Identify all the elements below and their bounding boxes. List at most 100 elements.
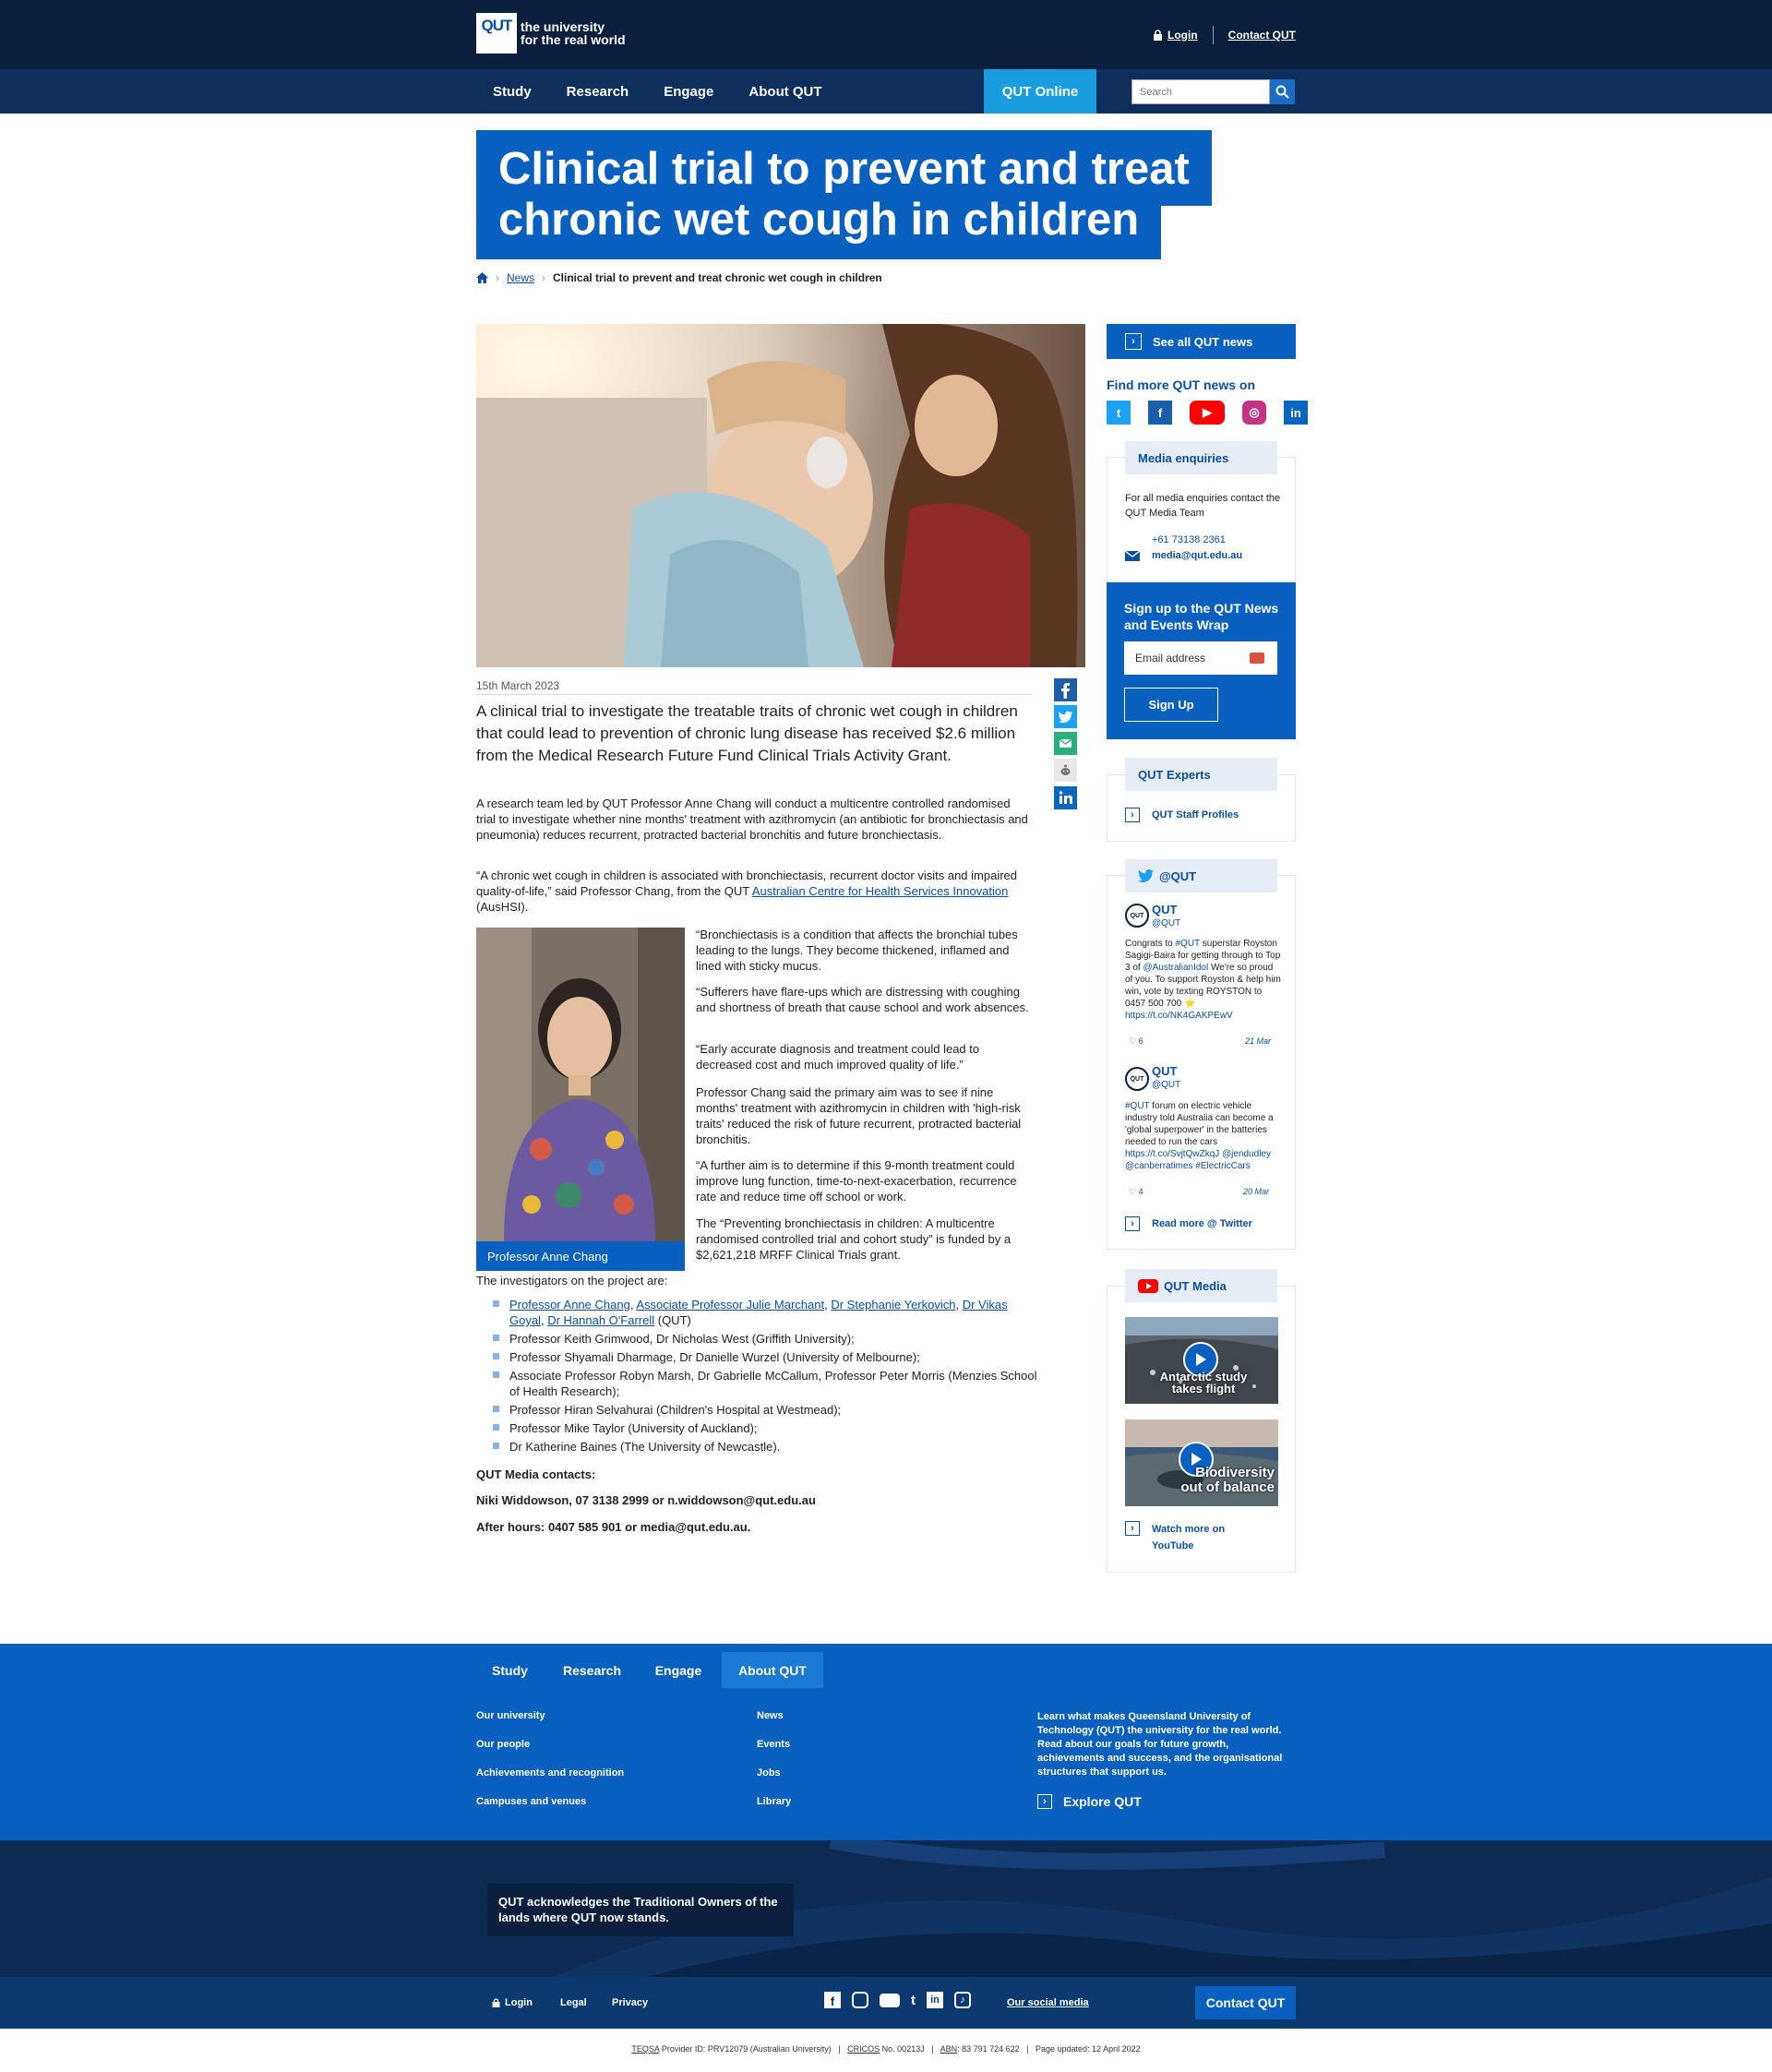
youtube-icon	[1138, 1278, 1158, 1293]
investigator-link[interactable]: Dr Hannah O'Farrell	[547, 1313, 654, 1327]
teqsa-link[interactable]: TEQSA	[631, 2044, 659, 2054]
explore-qut-link[interactable]: › Explore QUT	[1037, 1794, 1142, 1809]
aushsi-link[interactable]: Australian Centre for Health Services In…	[752, 884, 1008, 898]
instagram-icon[interactable]	[852, 1992, 868, 2008]
tweet-likes[interactable]: ♡ 6	[1129, 1036, 1143, 1047]
tweet-handle: @QUT	[1152, 1080, 1181, 1090]
linkedin-icon[interactable]: in	[927, 1992, 943, 2008]
nav-engage[interactable]: Engage	[664, 84, 713, 100]
chevron-right-icon: ›	[1125, 1521, 1140, 1536]
footer-tab-about[interactable]: About QUT	[722, 1652, 823, 1688]
share-linkedin-icon[interactable]	[1054, 786, 1077, 809]
linkedin-icon[interactable]: in	[1284, 401, 1308, 425]
search-button[interactable]	[1270, 79, 1295, 104]
nav-study[interactable]: Study	[493, 84, 532, 100]
contact-link[interactable]: Contact QUT	[1228, 29, 1296, 42]
chevron-right-icon: ›	[1037, 1794, 1052, 1809]
quote-paragraph: “A further aim is to determine if this 9…	[696, 1158, 1017, 1204]
twitter-icon[interactable]: t	[911, 1993, 916, 2008]
tweet-date[interactable]: 20 Mar	[1243, 1187, 1269, 1196]
article-date: 15th March 2023	[476, 679, 560, 692]
newsletter-signup: Sign up to the QUT News and Events Wrap …	[1107, 582, 1296, 739]
footer-tab-study[interactable]: Study	[476, 1652, 544, 1688]
tweet-date[interactable]: 21 Mar	[1245, 1036, 1271, 1046]
tiktok-icon[interactable]: ♪	[954, 1992, 971, 2008]
facebook-icon[interactable]: f	[1148, 401, 1172, 425]
page-title-line2: chronic wet cough in children	[476, 195, 1162, 259]
investigator-link[interactable]: Dr Stephanie Yerkovich	[831, 1298, 955, 1311]
footer-tab-engage[interactable]: Engage	[640, 1652, 717, 1688]
video-thumbnail[interactable]: Biodiversity out of balance	[1125, 1419, 1278, 1506]
footer-privacy-link[interactable]: Privacy	[612, 1997, 648, 2008]
abn-link[interactable]: ABN	[940, 2044, 958, 2054]
video-title: Biodiversity out of balance	[1180, 1465, 1275, 1495]
search-input[interactable]: Search	[1131, 79, 1270, 104]
footer-main	[0, 1688, 1772, 1840]
twitter-more-link[interactable]: › Read more @ Twitter	[1125, 1216, 1252, 1231]
share-twitter-icon[interactable]	[1054, 705, 1077, 728]
staff-profiles-link[interactable]: › QUT Staff Profiles	[1125, 808, 1239, 822]
lock-icon	[1154, 30, 1162, 41]
share-facebook-icon[interactable]	[1054, 678, 1077, 701]
instagram-icon[interactable]: ◎	[1242, 401, 1266, 425]
share-email-icon[interactable]	[1054, 732, 1077, 755]
media-contacts-heading: QUT Media contacts:	[476, 1467, 596, 1481]
acknowledgement-text: QUT acknowledges the Traditional Owners …	[487, 1884, 794, 1936]
footer-tabs	[0, 1644, 1772, 1688]
footer-link[interactable]: Our people	[476, 1739, 530, 1750]
logo-mark: QUT	[476, 13, 517, 54]
footer-link[interactable]: News	[757, 1710, 784, 1721]
media-contact-line: Niki Widdowson, 07 3138 2999 or n.widdow…	[476, 1493, 816, 1507]
list-item: Professor Anne Chang, Associate Professo…	[493, 1297, 1037, 1328]
media-email-row[interactable]: media@qut.edu.au	[1125, 548, 1242, 563]
tweet-author[interactable]: QUT	[1152, 903, 1177, 916]
home-icon[interactable]	[476, 272, 488, 283]
footer-link[interactable]: Achievements and recognition	[476, 1767, 624, 1779]
footer-link[interactable]: Campuses and venues	[476, 1796, 586, 1807]
video-thumbnail[interactable]: Antarctic study takes flight	[1125, 1317, 1278, 1404]
mail-icon	[1125, 550, 1140, 561]
investigator-link[interactable]: Professor Anne Chang	[509, 1298, 630, 1311]
share-reddit-icon[interactable]	[1054, 759, 1077, 782]
list-item: Professor Keith Grimwood, Dr Nicholas We…	[493, 1331, 1037, 1347]
quote-paragraph: “Bronchiectasis is a condition that affe…	[696, 928, 1018, 973]
list-item: Dr Katherine Baines (The University of N…	[493, 1439, 1037, 1455]
divider	[476, 694, 1033, 695]
footer-legal-link[interactable]: Legal	[560, 1997, 587, 2008]
media-phone[interactable]: +61 73138 2361	[1152, 533, 1226, 547]
youtube-more-link[interactable]: › Watch more on YouTube	[1125, 1521, 1244, 1554]
login-link[interactable]: Login	[1153, 29, 1198, 42]
twitter-icon[interactable]: t	[1107, 401, 1131, 425]
footer-login-link[interactable]: Login	[492, 1997, 533, 2008]
logo-tagline: the university for the real world	[521, 19, 626, 47]
nav-research[interactable]: Research	[567, 84, 629, 100]
sign-up-button[interactable]: Sign Up	[1124, 688, 1218, 722]
footer-tab-research[interactable]: Research	[548, 1652, 636, 1688]
footer-link[interactable]: Library	[757, 1796, 791, 1807]
tweet-likes[interactable]: ♡ 4	[1129, 1187, 1143, 1197]
footer-link[interactable]: Events	[757, 1739, 790, 1750]
chevron-right-icon: ›	[1125, 333, 1142, 350]
facebook-icon[interactable]: f	[824, 1992, 841, 2008]
breadcrumb-news[interactable]: News	[507, 271, 534, 284]
nav-about[interactable]: About QUT	[748, 84, 821, 100]
professor-photo	[476, 928, 685, 1241]
footer-link[interactable]: Our university	[476, 1710, 545, 1721]
see-all-news-button[interactable]: › See all QUT news	[1107, 324, 1296, 359]
footer-social-icons: f t in ♪	[824, 1992, 971, 2008]
investigator-link[interactable]: Associate Professor Julie Marchant	[636, 1298, 824, 1311]
youtube-icon[interactable]	[880, 1993, 900, 2007]
tweet-author[interactable]: QUT	[1152, 1064, 1177, 1078]
qut-logo[interactable]: QUT the university for the real world	[476, 13, 626, 54]
media-contact-line: After hours: 0407 585 901 or media@qut.e…	[476, 1520, 751, 1534]
youtube-icon[interactable]: ▶	[1190, 401, 1225, 425]
quote-paragraph: “Sufferers have flare-ups which are dist…	[696, 985, 1029, 1014]
social-media-link[interactable]: Our social media	[1007, 1997, 1089, 2008]
contact-qut-button[interactable]: Contact QUT	[1195, 1986, 1296, 2019]
footer-link[interactable]: Jobs	[757, 1767, 781, 1779]
cricos-link[interactable]: CRICOS	[847, 2044, 880, 2054]
qut-online-button[interactable]: QUT Online	[984, 69, 1096, 114]
email-input[interactable]: Email address	[1124, 641, 1277, 675]
investigators-intro: The investigators on the project are:	[476, 1274, 668, 1288]
qut-media-title: QUT Media	[1125, 1269, 1277, 1302]
